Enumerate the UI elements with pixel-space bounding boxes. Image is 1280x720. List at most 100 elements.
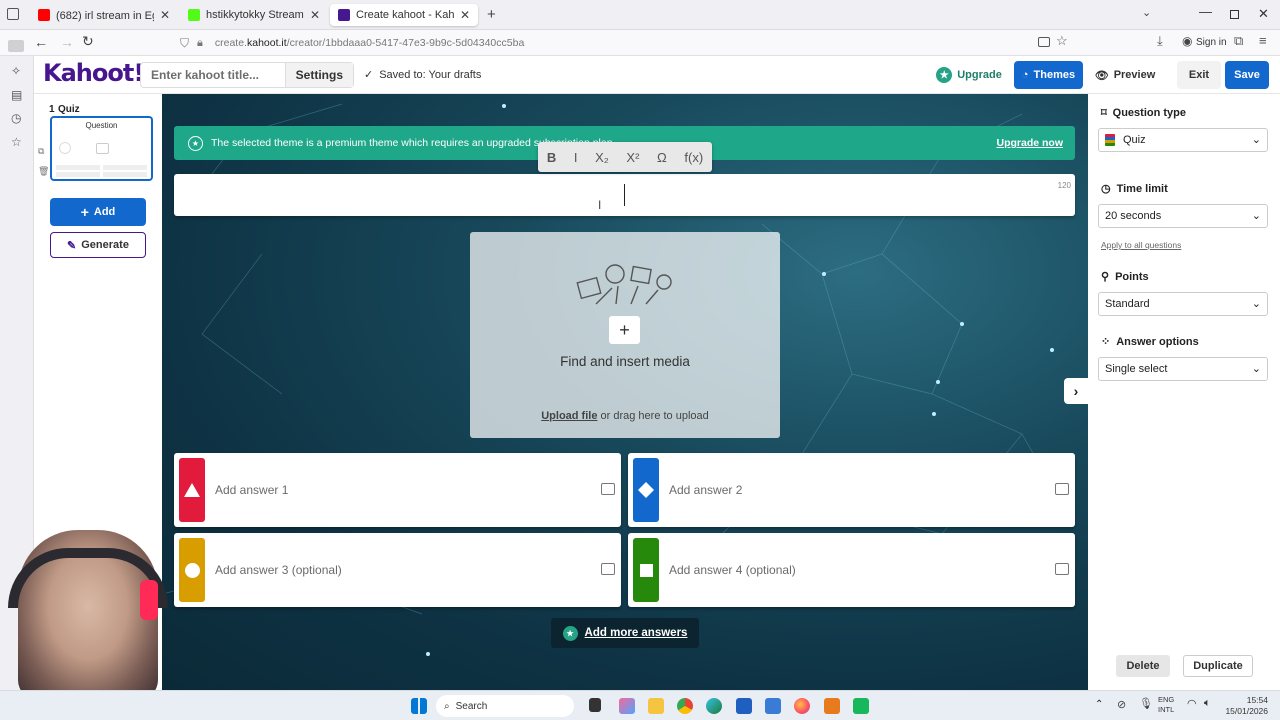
answer-2[interactable]: Add answer 2 <box>628 453 1075 527</box>
tab-title: (682) irl stream in Egypt 🇪🇬 <box>56 9 154 22</box>
equation-button[interactable]: f(x) <box>684 150 703 165</box>
upgrade-now-link[interactable]: Upgrade now <box>996 137 1063 149</box>
windows-start-icon[interactable] <box>411 698 427 714</box>
kahoot-favicon-icon <box>338 9 350 21</box>
duplicate-slide-icon[interactable]: ⧉ <box>38 146 44 157</box>
file-explorer-icon[interactable] <box>648 698 664 714</box>
star-badge-icon: ★ <box>188 135 203 151</box>
snipping-icon[interactable] <box>765 698 781 714</box>
bookmarks-icon[interactable]: ☆ <box>11 135 22 149</box>
account-icon[interactable]: ◉ <box>1182 34 1192 48</box>
app-icon[interactable] <box>824 698 840 714</box>
task-view-icon[interactable] <box>589 698 601 712</box>
forward-icon[interactable]: → <box>60 34 74 50</box>
tray-chevron-icon[interactable]: ⌃ <box>1095 699 1103 710</box>
answer-3[interactable]: Add answer 3 (optional) <box>174 533 621 607</box>
network-node <box>426 652 430 656</box>
duplicate-button[interactable]: Duplicate <box>1183 655 1253 677</box>
extensions-icon[interactable]: ⧉ <box>1234 33 1243 49</box>
maximize-icon[interactable] <box>1230 10 1239 19</box>
answer-4-color <box>633 538 659 602</box>
apply-to-all-link[interactable]: Apply to all questions <box>1101 240 1181 250</box>
plus-icon[interactable]: + <box>487 6 496 23</box>
taskbar-search[interactable]: ⌕ Search <box>436 695 574 717</box>
save-button[interactable]: Save <box>1225 61 1269 89</box>
download-icon[interactable]: ⤓ <box>1157 33 1163 49</box>
char-limit: 120 <box>1057 181 1071 190</box>
quiz-icon <box>1105 134 1115 146</box>
chrome-icon[interactable] <box>677 698 693 714</box>
wifi-icon[interactable]: ◠ <box>1187 697 1197 710</box>
upload-file-link[interactable]: Upload file <box>541 410 597 422</box>
image-icon[interactable] <box>601 563 615 575</box>
italic-button[interactable]: I <box>574 150 578 165</box>
bookmark-star-icon[interactable]: ☆ <box>1056 33 1068 49</box>
exit-button[interactable]: Exit <box>1177 61 1221 89</box>
bold-button[interactable]: B <box>547 150 556 165</box>
themes-button[interactable]: ◔ Themes <box>1014 61 1083 89</box>
reload-icon[interactable]: ↻ <box>82 33 94 50</box>
text-cursor-icon: I <box>598 198 602 212</box>
minimize-icon[interactable]: — <box>1199 4 1212 19</box>
special-char-button[interactable]: Ω <box>657 150 667 165</box>
window-close-icon[interactable]: ✕ <box>1258 6 1269 22</box>
close-icon[interactable]: ✕ <box>160 8 170 22</box>
app-icon[interactable] <box>853 698 869 714</box>
points-select[interactable]: Standard ⌄ <box>1098 292 1268 316</box>
chevron-down-icon[interactable]: ⌄ <box>1142 6 1151 19</box>
preview-button[interactable]: 👁︎ Preview <box>1091 61 1159 89</box>
delete-button[interactable]: Delete <box>1116 655 1170 677</box>
reader-view-icon[interactable] <box>1038 37 1050 47</box>
add-media-button[interactable]: + <box>609 316 640 344</box>
address-bar: ← → ↻ ⛉ 🔒︎ create.kahoot.it/creator/1bbd… <box>0 30 1280 56</box>
history-icon[interactable]: ◷ <box>11 111 21 125</box>
upgrade-button[interactable]: ★ Upgrade <box>934 61 1004 89</box>
volume-icon[interactable]: 🔈︎ <box>1204 697 1211 710</box>
edge-icon[interactable] <box>706 698 722 714</box>
close-icon[interactable]: ✕ <box>310 8 320 22</box>
sidebar-toggle-icon[interactable] <box>8 40 24 52</box>
url-field[interactable]: ⛉ 🔒︎ create.kahoot.it/creator/1bbdaaa0-5… <box>180 33 1080 53</box>
tab-youtube[interactable]: (682) irl stream in Egypt 🇪🇬 ✕ <box>30 4 178 26</box>
tab-kahoot[interactable]: Create kahoot - Kahoot! ✕ <box>330 4 478 26</box>
question-input[interactable]: 120 <box>174 174 1075 216</box>
question-type-select[interactable]: Quiz ⌄ <box>1098 128 1268 152</box>
kahoot-logo[interactable]: Kahoot! <box>43 59 144 87</box>
language-indicator[interactable]: ENG INTL <box>1158 695 1174 715</box>
generate-button[interactable]: ✎ Generate <box>50 232 146 258</box>
sign-in-link[interactable]: Sign in <box>1196 37 1227 48</box>
magic-wand-icon: ✎ <box>67 239 77 252</box>
answer-4[interactable]: Add answer 4 (optional) <box>628 533 1075 607</box>
copilot-icon[interactable] <box>619 698 635 714</box>
sync-icon[interactable]: ▤ <box>11 88 22 102</box>
answer-1[interactable]: Add answer 1 <box>174 453 621 527</box>
image-icon[interactable] <box>1055 483 1069 495</box>
tab-list-icon[interactable] <box>7 8 19 20</box>
image-icon[interactable] <box>601 483 615 495</box>
kahoot-title-input[interactable]: Enter kahoot title... Settings <box>140 62 354 88</box>
tray-app-icon[interactable]: ⊘ <box>1117 698 1126 711</box>
tab-kick[interactable]: hstikkytokky Stream - Watch Li ✕ <box>180 4 328 26</box>
superscript-button[interactable]: X² <box>626 150 639 165</box>
answer-options-select[interactable]: Single select ⌄ <box>1098 357 1268 381</box>
image-icon[interactable] <box>1055 563 1069 575</box>
menu-icon[interactable]: ≡ <box>1259 33 1267 48</box>
next-question-arrow[interactable]: › <box>1064 378 1088 404</box>
settings-button[interactable]: Settings <box>284 63 353 87</box>
store-icon[interactable] <box>736 698 752 714</box>
add-more-answers-button[interactable]: ★ Add more answers <box>551 618 699 648</box>
subscript-button[interactable]: X₂ <box>595 150 609 165</box>
clock[interactable]: 15:54 15/01/2026 <box>1222 695 1268 717</box>
add-slide-button[interactable]: + Add <box>50 198 146 226</box>
close-icon[interactable]: ✕ <box>460 8 470 22</box>
image-thumb-icon <box>96 143 109 154</box>
time-limit-select[interactable]: 20 seconds ⌄ <box>1098 204 1268 228</box>
trash-icon[interactable]: 🗑︎ <box>38 166 49 177</box>
media-dropzone[interactable]: + Find and insert media Upload file or d… <box>470 232 780 438</box>
slide-thumbnail[interactable]: Question <box>50 116 153 181</box>
back-icon[interactable]: ← <box>34 34 48 50</box>
microphone-icon[interactable]: 🎙︎ <box>1139 697 1153 710</box>
ai-sparkle-icon[interactable]: ✧ <box>11 64 21 78</box>
firefox-icon[interactable] <box>794 698 810 714</box>
answer-3-color <box>179 538 205 602</box>
